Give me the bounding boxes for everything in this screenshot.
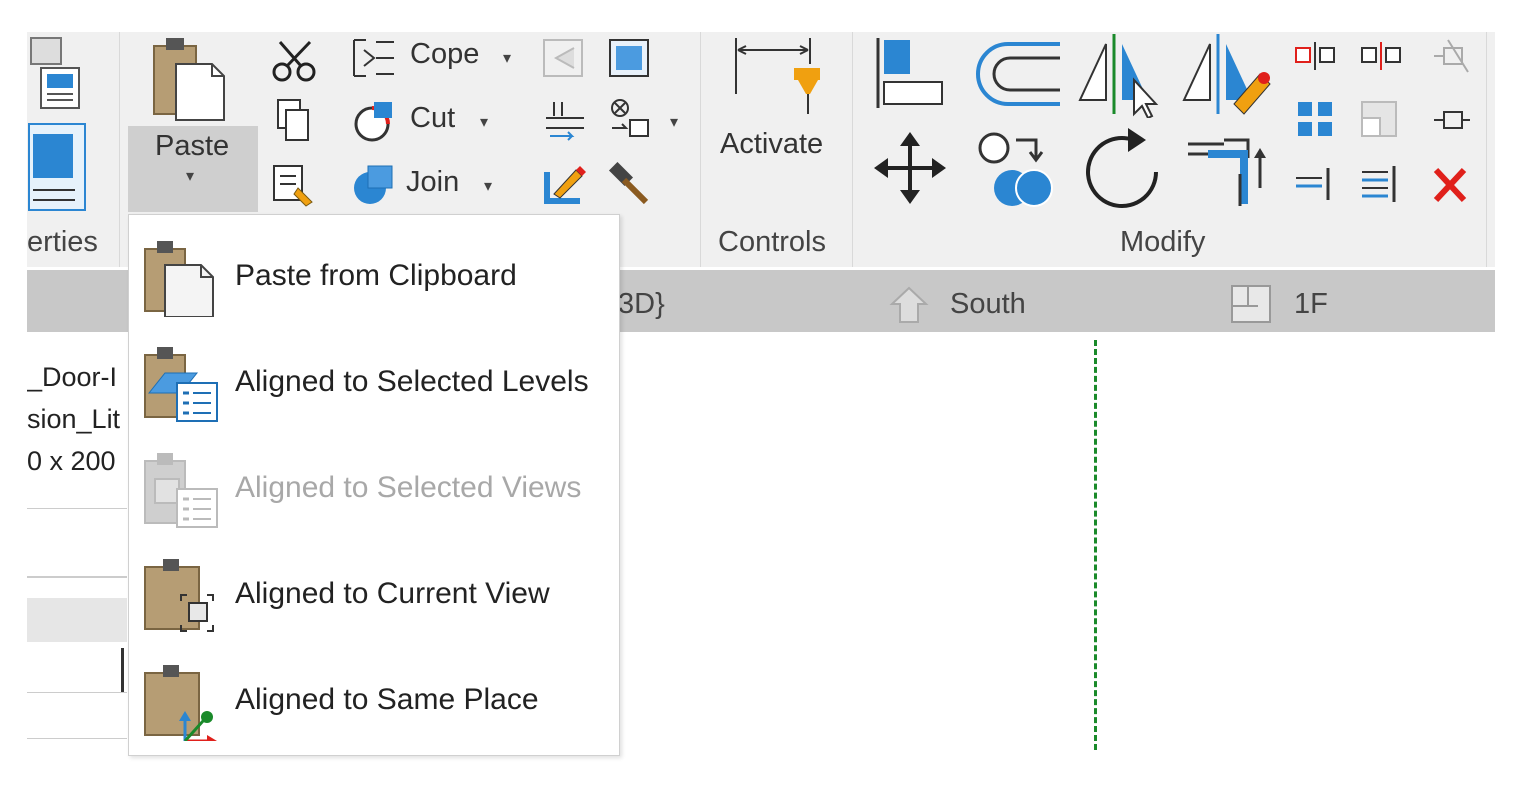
wall-joins-icon[interactable] [606,36,652,80]
demolish-icon[interactable] [606,98,656,142]
divider [27,576,127,578]
modify-panel-title: Modify [1120,226,1206,258]
align-icon[interactable] [872,36,948,112]
view-tab-south[interactable]: South [950,288,1026,321]
menu-item-aligned-to-selected-levels[interactable]: Aligned to Selected Levels [129,329,619,433]
panel-separator [1486,32,1487,267]
text-cursor [121,648,124,692]
beam-column-joins-icon[interactable] [540,98,590,142]
type-properties-icon[interactable] [27,34,87,114]
floor-plan-view-icon [1228,282,1274,326]
menu-item-paste-from-clipboard[interactable]: Paste from Clipboard [129,223,619,327]
type-name-line3: 0 x 200 [27,446,116,476]
split-with-gap-icon[interactable] [1360,40,1404,72]
split-element-icon[interactable] [1294,40,1338,72]
type-name-line2: sion_Lit [27,404,121,434]
drawing-canvas[interactable] [617,332,1495,752]
array-icon[interactable] [1296,100,1336,140]
properties-panel: _Door-I sion_Lit 0 x 200 [27,332,127,752]
cut-to-clipboard-icon[interactable] [272,38,318,82]
menu-item-aligned-to-same-place[interactable]: Aligned to Same Place [129,647,619,751]
paste-button[interactable]: Paste ▾ [128,126,258,212]
divider [27,692,127,693]
join-label[interactable]: Join [406,166,459,199]
copy-to-clipboard-icon[interactable] [274,98,314,142]
panel-separator [119,32,120,267]
paste-caret-icon: ▾ [186,168,195,185]
activate-label[interactable]: Activate [720,128,823,161]
paste-dropdown-menu: Paste from Clipboard Aligned to Selected… [128,214,620,756]
hammer-icon[interactable] [606,161,652,208]
menu-item-aligned-to-current-view[interactable]: Aligned to Current View [129,541,619,645]
unpin-icon[interactable] [1428,36,1472,76]
view-tab-1f[interactable]: 1F [1294,288,1328,321]
menu-item-aligned-to-selected-views: Aligned to Selected Views [129,435,619,539]
reference-plane-line[interactable] [1094,340,1097,750]
divider [27,508,127,509]
view-tab-3d[interactable]: 3D} [618,288,665,321]
join-icon[interactable] [350,160,396,206]
elevation-view-icon [888,284,930,326]
aligned-to-selected-views-icon [141,449,221,529]
aligned-to-current-view-icon [141,555,221,635]
properties-filter-row[interactable] [27,598,127,642]
delete-icon[interactable] [1430,166,1470,204]
paste-from-clipboard-icon [141,237,221,318]
pin-icon[interactable] [1428,100,1472,140]
menu-item-label: Aligned to Selected Levels [235,365,589,398]
mirror-pick-axis-icon[interactable] [1076,34,1166,120]
cope-icon[interactable] [350,36,400,80]
menu-item-label: Paste from Clipboard [235,259,517,292]
offset-icon[interactable] [970,36,1064,112]
move-icon[interactable] [872,130,948,206]
cut-geometry-icon[interactable] [350,98,396,144]
mirror-draw-axis-icon[interactable] [1180,34,1274,118]
aligned-to-selected-levels-icon [141,343,221,423]
join-caret-icon[interactable]: ▾ [484,176,492,196]
controls-panel-title: Controls [718,226,826,258]
cut-geometry-label[interactable]: Cut [410,102,455,135]
aligned-to-same-place-icon [141,661,221,747]
divider [27,738,127,739]
panel-separator [852,32,853,267]
type-name-line1: _Door-I [27,362,118,392]
activate-controls-icon[interactable] [730,34,822,124]
cope-label[interactable]: Cope [410,38,479,71]
demolish-caret-icon[interactable]: ▾ [670,112,678,132]
paste-icon[interactable] [150,34,230,124]
menu-item-label: Aligned to Current View [235,577,550,610]
menu-item-label: Aligned to Selected Views [235,471,582,504]
paste-label: Paste [155,130,230,162]
paint-icon[interactable] [540,162,590,208]
properties-button[interactable] [27,122,87,212]
trim-extend-icon[interactable] [1184,124,1274,210]
trim-single-icon[interactable] [1294,164,1338,204]
cut-caret-icon[interactable]: ▾ [480,112,488,132]
properties-panel-title: erties [27,226,98,258]
match-type-properties-icon[interactable] [272,162,318,208]
split-face-icon[interactable] [540,36,586,80]
trim-multiple-icon[interactable] [1360,164,1404,204]
copy-element-icon[interactable] [976,130,1060,210]
cope-caret-icon[interactable]: ▾ [503,48,511,68]
rotate-icon[interactable] [1080,124,1164,212]
menu-item-label: Aligned to Same Place [235,683,539,716]
panel-separator [700,32,701,267]
scale-icon[interactable] [1360,100,1400,140]
